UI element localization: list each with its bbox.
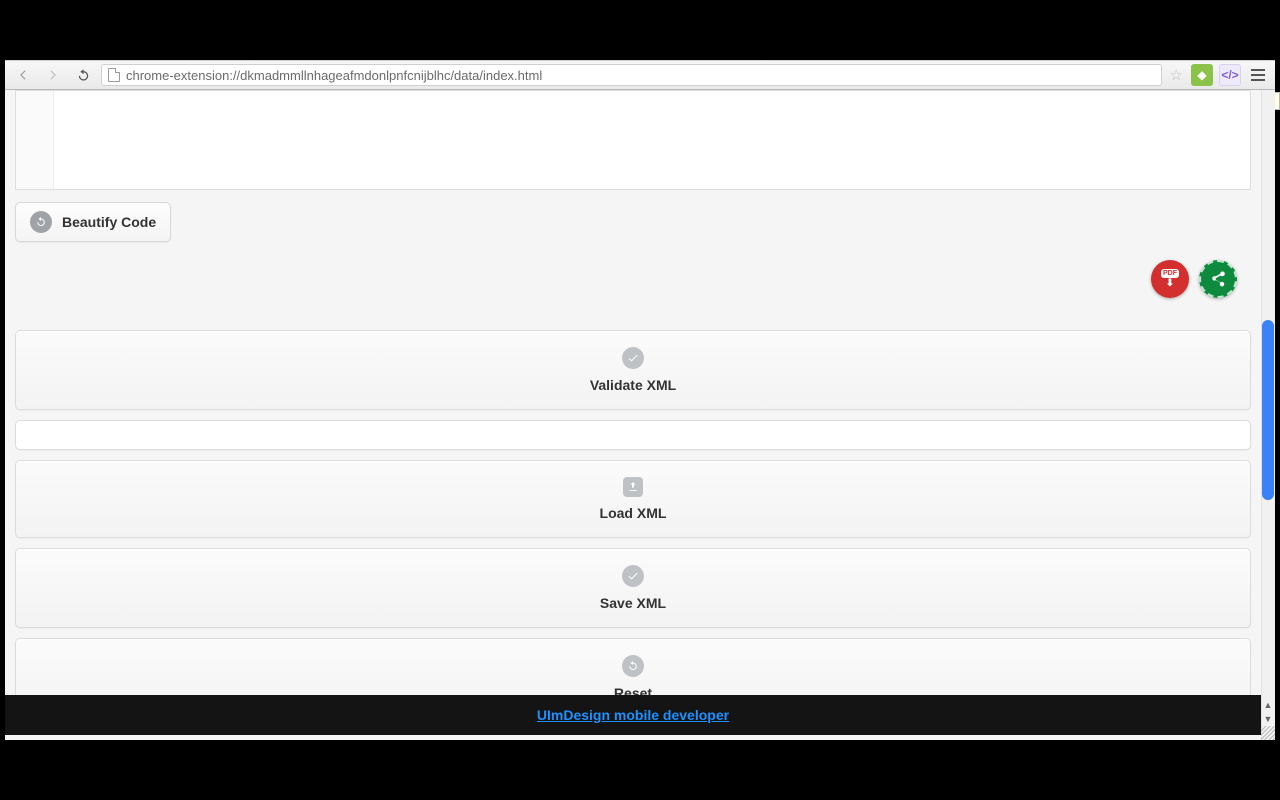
reload-button[interactable]: [71, 63, 95, 87]
code-area[interactable]: [54, 91, 1250, 189]
back-button[interactable]: [11, 63, 35, 87]
check-icon: [622, 565, 644, 587]
action-panels: Validate XML Load XML Save XML Reset: [15, 330, 1251, 718]
footer-link[interactable]: UImDesign mobile developer: [537, 707, 729, 723]
refresh-icon: [622, 655, 644, 677]
page-content: Beautify Code PDF ⬇ Validate XML: [5, 90, 1261, 718]
export-pdf-button[interactable]: PDF ⬇: [1151, 260, 1189, 298]
pdf-icon: PDF: [1161, 269, 1179, 278]
page-icon: [108, 68, 120, 82]
load-label: Load XML: [26, 505, 1240, 521]
save-label: Save XML: [26, 595, 1240, 611]
scrollbar-thumb[interactable]: [1262, 320, 1274, 500]
chrome-menu-button[interactable]: [1247, 69, 1269, 81]
scroll-up-icon[interactable]: ▲: [1261, 698, 1275, 712]
address-bar[interactable]: chrome-extension://dkmadmmllnhageafmdonl…: [101, 64, 1162, 86]
check-icon: [622, 347, 644, 369]
share-button[interactable]: [1199, 260, 1237, 298]
load-xml-button[interactable]: Load XML: [15, 460, 1251, 538]
download-arrow-icon: ⬇: [1166, 279, 1174, 289]
refresh-icon: [30, 211, 52, 233]
share-icon: [1209, 270, 1227, 288]
floating-actions: PDF ⬇: [1151, 260, 1237, 298]
beautify-label: Beautify Code: [62, 214, 156, 230]
validate-xml-button[interactable]: Validate XML: [15, 330, 1251, 410]
url-text: chrome-extension://dkmadmmllnhageafmdonl…: [126, 68, 542, 83]
resize-grip[interactable]: [1261, 726, 1275, 740]
extension-icon-xml-editor[interactable]: </>: [1219, 64, 1241, 86]
page-footer: UImDesign mobile developer: [5, 695, 1261, 735]
status-panel: [15, 420, 1251, 450]
browser-toolbar: chrome-extension://dkmadmmllnhageafmdonl…: [5, 60, 1275, 90]
line-gutter: [16, 91, 54, 189]
upload-icon: [623, 477, 643, 497]
forward-button[interactable]: [41, 63, 65, 87]
extension-icon-1[interactable]: ◆: [1191, 64, 1213, 86]
validate-label: Validate XML: [26, 377, 1240, 393]
scrollbar[interactable]: ▲ ▼: [1261, 90, 1275, 740]
scroll-down-icon[interactable]: ▼: [1261, 712, 1275, 726]
bookmark-star-icon[interactable]: ☆: [1168, 66, 1185, 84]
page-viewport: Beautify Code PDF ⬇ Validate XML: [5, 90, 1275, 740]
beautify-button[interactable]: Beautify Code: [15, 202, 171, 242]
code-editor[interactable]: [15, 90, 1251, 190]
save-xml-button[interactable]: Save XML: [15, 548, 1251, 628]
